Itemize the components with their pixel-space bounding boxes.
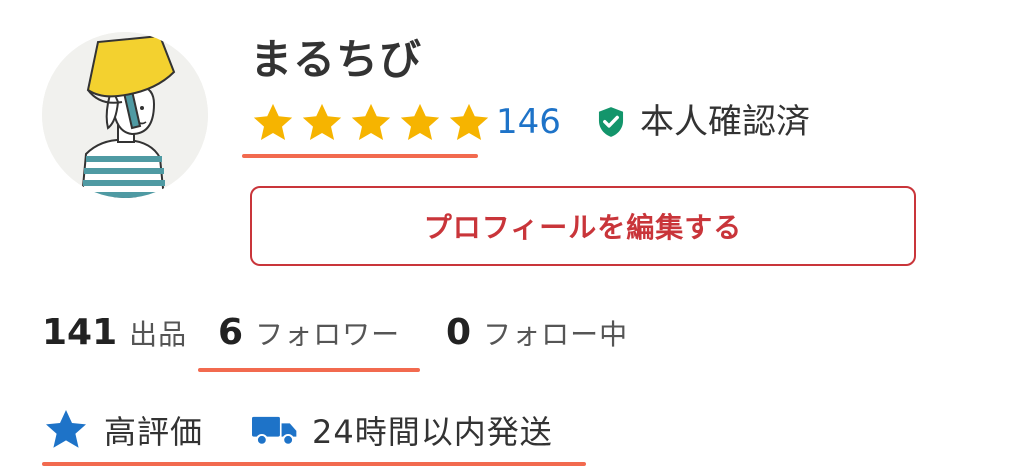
- stat-value: 6: [218, 312, 244, 353]
- badge-label: 高評価: [104, 413, 204, 451]
- star-icon: [253, 103, 293, 141]
- stars-highlight-underline: [242, 154, 478, 158]
- stat-value: 141: [42, 312, 118, 353]
- stat-label: フォロー中: [483, 318, 629, 351]
- badge-fast-shipping: 24時間以内発送: [252, 404, 553, 456]
- badge-label: 24時間以内発送: [312, 413, 553, 451]
- rating-stars[interactable]: [250, 100, 492, 148]
- username: まるちび: [250, 35, 423, 84]
- stat-followers[interactable]: 6 フォロワー: [218, 312, 400, 362]
- star-icon: [351, 103, 391, 141]
- shield-check-icon: [598, 107, 624, 137]
- badge-high-rating: 高評価: [42, 404, 203, 456]
- verified-badge: 本人確認済: [594, 98, 810, 146]
- edit-profile-button[interactable]: プロフィールを編集する: [250, 186, 916, 266]
- stat-following[interactable]: 0 フォロー中: [446, 312, 628, 362]
- avatar-illustration: [42, 32, 208, 198]
- avatar[interactable]: [42, 32, 208, 198]
- star-icon: [302, 103, 342, 141]
- badges-highlight-underline: [42, 462, 586, 466]
- followers-highlight-underline: [198, 368, 420, 372]
- truck-icon: [252, 416, 297, 446]
- stat-label: フォロワー: [255, 318, 401, 351]
- verified-label: 本人確認済: [640, 102, 810, 142]
- star-icon: [46, 410, 86, 448]
- rating-count-link[interactable]: 146: [496, 98, 561, 146]
- star-icon: [400, 103, 440, 141]
- stat-listings[interactable]: 141 出品: [42, 312, 187, 362]
- star-icon: [449, 103, 489, 141]
- stat-label: 出品: [129, 318, 188, 351]
- stat-value: 0: [446, 312, 472, 353]
